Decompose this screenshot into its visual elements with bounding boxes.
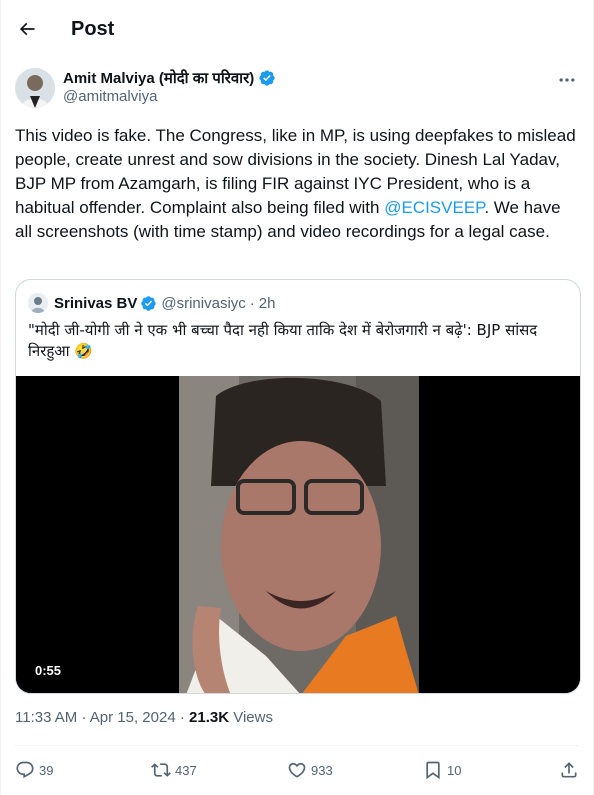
quoted-tweet[interactable]: Srinivas BV @srinivasiyc · 2h "मोदी जी-य… <box>15 279 581 694</box>
mention-link[interactable]: @ECISVEEP <box>384 198 484 217</box>
quote-text: "मोदी जी-योगी जी ने एक भी बच्चा पैदा नही… <box>28 321 538 360</box>
views-label: Views <box>233 709 273 726</box>
header: Post <box>1 0 593 58</box>
post-date[interactable]: Apr 15, 2024 <box>90 709 176 726</box>
quote-separator: · <box>249 294 255 312</box>
bookmark-icon <box>426 761 440 780</box>
verified-badge-icon <box>141 295 157 311</box>
video-player[interactable]: 0:55 <box>16 376 580 693</box>
author-name[interactable]: Amit Malviya (मोदी का परिवार) <box>63 68 254 88</box>
bookmark-count: 10 <box>447 762 462 778</box>
quote-time: 2h <box>258 294 276 312</box>
repost-count: 437 <box>175 762 197 778</box>
quote-author-name: Srinivas BV <box>54 294 138 312</box>
tweet-text: This video is fake. The Congress, like i… <box>15 126 576 241</box>
reply-button[interactable]: 39 <box>15 760 135 780</box>
more-options-button[interactable] <box>555 70 579 90</box>
quote-author-handle: @srinivasiyc <box>161 294 246 312</box>
author-handle[interactable]: @amitmalviya <box>63 88 555 105</box>
back-button[interactable] <box>15 17 39 41</box>
reply-count: 39 <box>39 762 54 778</box>
more-dots-icon <box>559 78 575 82</box>
repost-button[interactable]: 437 <box>151 760 271 780</box>
avatar[interactable] <box>15 68 55 108</box>
verified-badge-icon <box>259 70 275 86</box>
views-count: 21.3K <box>189 709 230 726</box>
author-row: Amit Malviya (मोदी का परिवार) @amitmalvi… <box>1 58 593 116</box>
video-frame <box>16 376 580 693</box>
like-count: 933 <box>311 762 333 778</box>
reply-icon <box>16 761 34 779</box>
like-button[interactable]: 933 <box>287 760 407 780</box>
quote-avatar <box>28 293 48 313</box>
page-title: Post <box>71 17 115 40</box>
post-time[interactable]: 11:33 AM <box>15 709 77 726</box>
post-meta: 11:33 AM · Apr 15, 2024 · 21.3K Views <box>15 709 273 726</box>
share-icon <box>561 762 577 778</box>
bookmark-button[interactable]: 10 <box>423 760 543 780</box>
action-bar: 39 437 933 10 <box>15 746 579 794</box>
arrow-left-icon <box>19 22 35 36</box>
post-page: Post Amit Malviya (मोदी का परिवार) @amit… <box>0 0 594 795</box>
video-duration: 0:55 <box>30 660 67 681</box>
repost-icon <box>151 763 171 777</box>
heart-icon <box>288 762 306 778</box>
share-button[interactable] <box>559 760 579 780</box>
